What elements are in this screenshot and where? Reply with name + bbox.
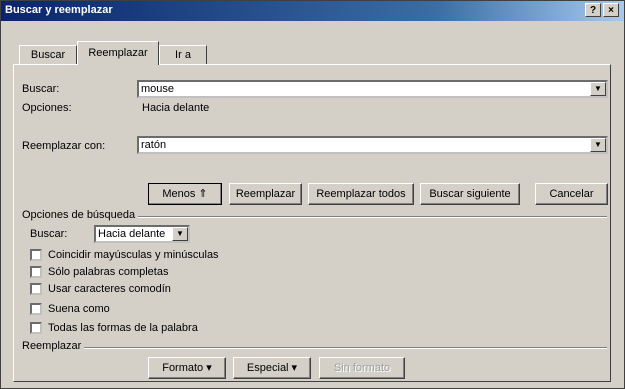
- all-word-forms-label[interactable]: Todas las formas de la palabra: [48, 322, 198, 334]
- whole-words-checkbox[interactable]: [30, 266, 42, 278]
- tab-label: Ir a: [175, 49, 191, 61]
- all-word-forms-checkbox[interactable]: [30, 322, 42, 334]
- find-next-button[interactable]: Buscar siguiente: [420, 183, 520, 205]
- dropdown-arrow-icon[interactable]: ▼: [172, 227, 188, 241]
- replace-label: Reemplazar con:: [22, 140, 106, 152]
- cancel-button[interactable]: Cancelar: [535, 183, 608, 205]
- less-button[interactable]: Menos ⇑: [148, 183, 222, 205]
- search-options-group-label: Opciones de búsqueda: [22, 209, 139, 221]
- replace-combobox[interactable]: ratón ▼: [137, 136, 608, 154]
- wildcards-label[interactable]: Usar caracteres comodín: [48, 283, 171, 295]
- whole-words-label[interactable]: Sólo palabras completas: [48, 266, 168, 278]
- direction-value: Hacia delante: [98, 228, 166, 240]
- tab-label: Buscar: [30, 49, 66, 61]
- tab-buscar[interactable]: Buscar: [19, 45, 77, 64]
- match-case-label[interactable]: Coincidir mayúsculas y minúsculas: [48, 249, 219, 261]
- find-label: Buscar:: [22, 83, 60, 95]
- close-icon[interactable]: ×: [603, 3, 619, 17]
- options-value: Hacia delante: [142, 102, 210, 114]
- help-icon[interactable]: ?: [585, 3, 601, 17]
- tab-panel: Buscar: mouse ▼ Opciones: Hacia delante …: [13, 64, 611, 382]
- dialog-title: Buscar y reemplazar: [5, 4, 113, 16]
- title-bar[interactable]: Buscar y reemplazar ? ×: [1, 1, 624, 21]
- find-combobox[interactable]: mouse ▼: [137, 80, 608, 98]
- tab-label: Reemplazar: [88, 47, 148, 59]
- no-format-button: Sin formato: [319, 357, 405, 379]
- direction-label: Buscar:: [30, 228, 68, 240]
- options-label: Opciones:: [22, 102, 72, 114]
- match-case-checkbox[interactable]: [30, 249, 42, 261]
- dropdown-arrow-icon[interactable]: ▼: [590, 138, 606, 152]
- replace-input[interactable]: ratón: [141, 139, 166, 151]
- replace-all-button[interactable]: Reemplazar todos: [308, 183, 414, 205]
- format-button[interactable]: Formato ▾: [148, 357, 226, 379]
- replace-button[interactable]: Reemplazar: [229, 183, 302, 205]
- sounds-like-label[interactable]: Suena como: [48, 303, 110, 315]
- direction-select[interactable]: Hacia delante ▼: [94, 225, 190, 243]
- wildcards-checkbox[interactable]: [30, 283, 42, 295]
- dropdown-arrow-icon[interactable]: ▼: [590, 82, 606, 96]
- replace-group-label: Reemplazar: [22, 340, 85, 352]
- replace-group-divider: [22, 347, 607, 349]
- tab-reemplazar[interactable]: Reemplazar: [77, 41, 159, 65]
- find-replace-dialog: Buscar y reemplazar ? × Buscar Reemplaza…: [0, 0, 625, 389]
- sounds-like-checkbox[interactable]: [30, 303, 42, 315]
- find-input[interactable]: mouse: [141, 83, 174, 95]
- tab-ir-a[interactable]: Ir a: [159, 45, 207, 64]
- special-button[interactable]: Especial ▾: [233, 357, 311, 379]
